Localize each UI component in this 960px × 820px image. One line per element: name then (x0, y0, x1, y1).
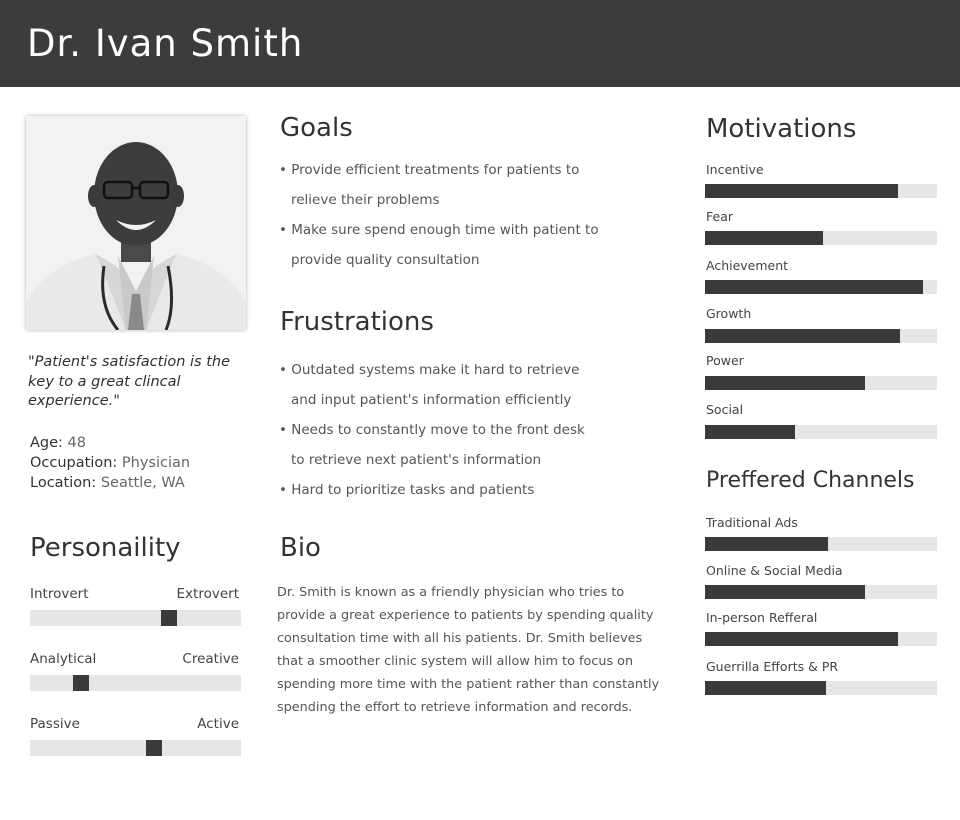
channel-bar (705, 585, 937, 599)
fact-age: Age: 48 (30, 433, 190, 453)
trait-left-label: Passive (30, 716, 80, 732)
motivation-bar (705, 376, 937, 390)
list-item: • Provide efficient treatments for patie… (279, 162, 580, 178)
persona-name: Dr. Ivan Smith (27, 22, 304, 65)
list-item: • Hard to prioritize tasks and patients (279, 482, 535, 498)
fact-label: Age: (30, 435, 63, 451)
channel-bar (705, 537, 937, 551)
persona-quote: "Patient's satisfaction is the key to a … (28, 354, 231, 409)
motivation-label: Achievement (706, 258, 789, 273)
motivation-label: Fear (706, 209, 733, 224)
bio-text: Dr. Smith is known as a friendly physici… (277, 585, 660, 715)
motivation-bar (705, 280, 937, 294)
channel-label: Online & Social Media (706, 563, 843, 578)
channels-heading: Preffered Channels (706, 468, 915, 493)
channel-bar (705, 681, 937, 695)
frustrations-list: • Outdated systems make it hard to retri… (279, 355, 585, 505)
motivation-label: Growth (706, 306, 752, 321)
trait-slider-knob (146, 740, 163, 756)
channel-bar-fill (705, 585, 866, 599)
bio-heading: Bio (280, 533, 321, 563)
fact-location: Location: Seattle, WA (30, 473, 190, 493)
motivation-label: Social (706, 402, 744, 417)
trait-right-label: Active (197, 716, 239, 732)
fact-value: Physician (121, 455, 191, 471)
motivation-bar-fill (705, 184, 898, 198)
list-item-continuation: relieve their problems (291, 192, 440, 208)
profile-photo (26, 116, 246, 330)
fact-value: 48 (67, 435, 86, 451)
channel-bar-fill (705, 632, 898, 646)
page-header: Dr. Ivan Smith (0, 0, 960, 87)
fact-value: Seattle, WA (100, 475, 185, 491)
motivation-label: Incentive (706, 162, 764, 177)
trait-right-label: Extrovert (176, 586, 239, 602)
motivation-bar-fill (705, 329, 900, 343)
motivation-bar (705, 184, 937, 198)
persona-facts: Age: 48 Occupation: Physician Location: … (30, 433, 190, 493)
motivation-bar-fill (705, 280, 924, 294)
channel-label: Guerrilla Efforts & PR (706, 659, 839, 674)
motivation-label: Power (706, 353, 744, 368)
motivation-bar-fill (705, 231, 824, 245)
fact-label: Occupation: (30, 455, 118, 471)
trait-slider (30, 610, 241, 626)
trait-left-label: Introvert (30, 586, 89, 602)
goals-heading: Goals (280, 113, 353, 143)
frustrations-heading: Frustrations (280, 307, 434, 337)
list-item: • Needs to constantly move to the front … (279, 422, 585, 438)
list-item-continuation: provide quality consultation (291, 252, 480, 268)
channel-bar (705, 632, 937, 646)
channel-label: Traditional Ads (706, 515, 798, 530)
motivation-bar (705, 425, 937, 439)
list-item-continuation: and input patient's information efficien… (291, 392, 572, 408)
motivation-bar (705, 329, 937, 343)
fact-occupation: Occupation: Physician (30, 453, 190, 473)
list-item-continuation: to retrieve next patient's information (291, 452, 542, 468)
channel-bar-fill (705, 681, 826, 695)
trait-slider (30, 675, 241, 691)
trait-left-label: Analytical (30, 651, 97, 667)
list-item: • Outdated systems make it hard to retri… (279, 362, 580, 378)
motivation-bar (705, 231, 937, 245)
motivations-heading: Motivations (706, 114, 857, 144)
channel-bar-fill (705, 537, 828, 551)
motivation-bar-fill (705, 376, 866, 390)
motivation-bar-fill (705, 425, 796, 439)
goals-list: • Provide efficient treatments for patie… (279, 155, 599, 275)
channel-label: In-person Refferal (706, 610, 818, 625)
fact-label: Location: (30, 475, 97, 491)
list-item: • Make sure spend enough time with patie… (279, 222, 599, 238)
trait-slider (30, 740, 241, 756)
trait-slider-knob (72, 675, 89, 691)
trait-right-label: Creative (182, 651, 239, 667)
personality-heading: Personaility (30, 533, 181, 563)
trait-slider-knob (161, 610, 178, 626)
